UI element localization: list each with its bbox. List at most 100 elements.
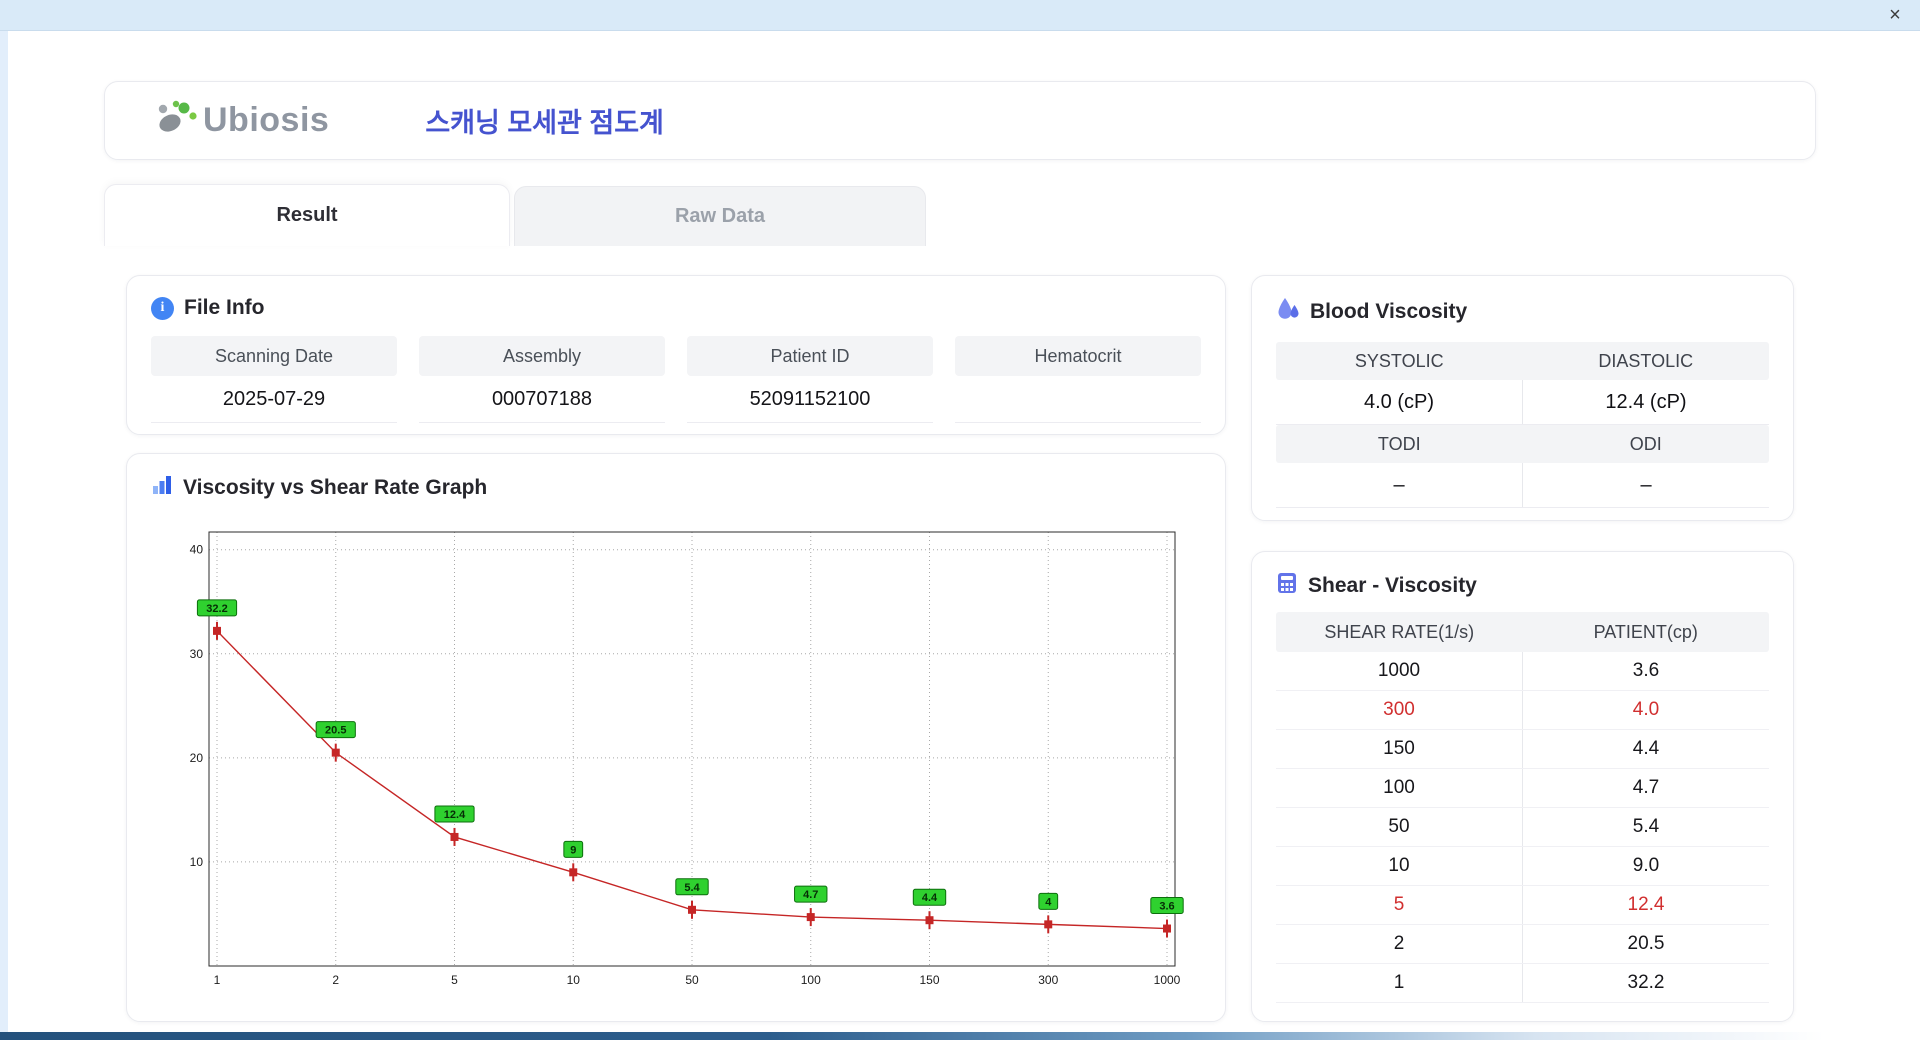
svg-text:20.5: 20.5: [325, 725, 346, 737]
sv-shear-value: 5: [1276, 886, 1523, 924]
graph-title-row: Viscosity vs Shear Rate Graph: [127, 454, 1225, 514]
close-icon[interactable]: ×: [1882, 2, 1908, 28]
sv-patient-value: 3.6: [1632, 660, 1660, 681]
field-value: 52091152100: [687, 376, 933, 423]
file-info-card: i File Info Scanning Date 2025-07-29 Assem…: [126, 275, 1226, 435]
svg-text:5.4: 5.4: [684, 882, 700, 894]
field-value: 2025-07-29: [151, 376, 397, 423]
file-info-field-patient-id: Patient ID 52091152100: [687, 336, 933, 423]
tab-result[interactable]: Result: [104, 184, 510, 246]
svg-text:5: 5: [451, 973, 458, 987]
field-label: Hematocrit: [955, 336, 1201, 376]
svg-text:3.6: 3.6: [1159, 901, 1174, 913]
sv-patient-value: 32.2: [1627, 972, 1665, 993]
svg-text:40: 40: [190, 543, 204, 557]
file-info-field-assembly: Assembly 000707188: [419, 336, 665, 423]
viscosity-chart: 10 20 30 40 1 2 5 10 50 100 150 300 1000 32.2 20.5 12.4…: [169, 516, 1225, 1003]
shear-viscosity-title: Shear - Viscosity: [1308, 574, 1477, 597]
info-icon: i: [151, 296, 174, 320]
field-label: Scanning Date: [151, 336, 397, 376]
droplet-icon: [1276, 296, 1300, 328]
chart-point-label: 3.6: [1150, 897, 1184, 915]
shear-viscosity-title-row: Shear - Viscosity: [1252, 552, 1793, 612]
bv-value-systolic: 4.0 (cP): [1276, 380, 1523, 424]
file-info-title-row: i File Info: [127, 276, 1225, 332]
sv-shear-value: 100: [1276, 769, 1523, 807]
blood-viscosity-card: Blood Viscosity SYSTOLIC DIASTOLIC 4.0 (cP…: [1251, 275, 1794, 521]
header-card: Ubiosis 스캐닝 모세관 점도계: [104, 81, 1816, 160]
bv-value-todi: –: [1276, 463, 1523, 507]
field-label: Patient ID: [687, 336, 933, 376]
field-value: [955, 376, 1201, 423]
sv-shear-value: 150: [1276, 730, 1523, 768]
bv-header-odi: ODI: [1629, 433, 1662, 454]
chart-point-label: 4.4: [912, 888, 947, 906]
sv-patient-value: 4.0: [1632, 699, 1660, 720]
tab-raw-data[interactable]: Raw Data: [514, 186, 926, 246]
bar-chart-icon: [151, 474, 173, 502]
svg-text:32.2: 32.2: [206, 603, 227, 615]
bv-value-diastolic: 12.4 (cP): [1605, 390, 1687, 413]
viscosity-graph-card: Viscosity vs Shear Rate Graph 10 20 30 40 1 2…: [126, 453, 1226, 1022]
window-titlebar: ×: [0, 0, 1920, 31]
svg-text:12.4: 12.4: [444, 809, 466, 821]
bv-header-systolic: SYSTOLIC: [1354, 350, 1444, 371]
logo-leaf-icon: [153, 98, 199, 143]
svg-text:10: 10: [190, 855, 204, 869]
bv-value-row: 4.0 (cP) 12.4 (cP): [1276, 380, 1769, 425]
bv-value-odi: –: [1640, 473, 1652, 496]
svg-text:4.7: 4.7: [803, 889, 818, 901]
sv-shear-value: 1: [1276, 964, 1523, 1002]
chart-point-label: 32.2: [196, 599, 238, 617]
table-row: 100 4.7: [1276, 769, 1769, 808]
svg-text:10: 10: [567, 973, 581, 987]
window-bottom-edge: [0, 1032, 1920, 1040]
table-row: 150 4.4: [1276, 730, 1769, 769]
table-row: 5 12.4: [1276, 886, 1769, 925]
blood-viscosity-title-row: Blood Viscosity: [1252, 276, 1793, 340]
table-row: 1 32.2: [1276, 964, 1769, 1003]
chart-point-label: 4: [1038, 892, 1059, 910]
sv-column-shear-rate-1-s: SHEAR RATE(1/s): [1324, 621, 1475, 642]
svg-text:30: 30: [190, 647, 204, 661]
svg-text:1000: 1000: [1154, 973, 1181, 987]
sv-patient-value: 12.4: [1627, 894, 1665, 915]
table-row: 10 9.0: [1276, 847, 1769, 886]
table-row: 2 20.5: [1276, 925, 1769, 964]
svg-text:100: 100: [801, 973, 821, 987]
sv-shear-value: 50: [1276, 808, 1523, 846]
file-info-field-scanning-date: Scanning Date 2025-07-29: [151, 336, 397, 423]
sv-patient-value: 4.4: [1632, 738, 1660, 759]
chart-point-label: 20.5: [315, 721, 356, 739]
file-info-fields: Scanning Date 2025-07-29 Assembly 000707188…: [127, 332, 1225, 423]
table-row: 300 4.0: [1276, 691, 1769, 730]
svg-text:1: 1: [214, 973, 221, 987]
sv-shear-value: 1000: [1276, 652, 1523, 690]
sv-shear-value: 2: [1276, 925, 1523, 963]
shear-viscosity-table: SHEAR RATE(1/s) PATIENT(cp) 1000 3.6 300 4.0 1…: [1276, 612, 1769, 1003]
shear-viscosity-card: Shear - Viscosity SHEAR RATE(1/s) PATIENT…: [1251, 551, 1794, 1022]
sv-shear-value: 10: [1276, 847, 1523, 885]
sv-patient-value: 4.7: [1632, 777, 1660, 798]
file-info-title: File Info: [184, 296, 265, 319]
logo-text: Ubiosis: [203, 101, 330, 139]
blood-viscosity-table: SYSTOLIC DIASTOLIC 4.0 (cP) 12.4 (cP) TODI OD…: [1276, 342, 1769, 508]
sv-column-patient-cp: PATIENT(cp): [1593, 621, 1698, 642]
app-logo: Ubiosis: [153, 98, 329, 143]
bv-header-row: TODI ODI: [1276, 425, 1769, 463]
bv-header-todi: TODI: [1377, 433, 1421, 454]
sv-header-row: SHEAR RATE(1/s) PATIENT(cp): [1276, 612, 1769, 652]
chart-point-label: 4.7: [794, 885, 828, 903]
svg-text:9: 9: [570, 844, 576, 856]
table-row: 1000 3.6: [1276, 652, 1769, 691]
field-label: Assembly: [419, 336, 665, 376]
table-row: 50 5.4: [1276, 808, 1769, 847]
svg-text:300: 300: [1038, 973, 1058, 987]
window-left-edge: [0, 30, 8, 1040]
svg-text:150: 150: [919, 973, 939, 987]
svg-text:20: 20: [190, 751, 204, 765]
svg-text:50: 50: [685, 973, 699, 987]
sv-patient-value: 9.0: [1632, 855, 1660, 876]
svg-text:4.4: 4.4: [922, 892, 938, 904]
sv-patient-value: 20.5: [1627, 933, 1665, 954]
